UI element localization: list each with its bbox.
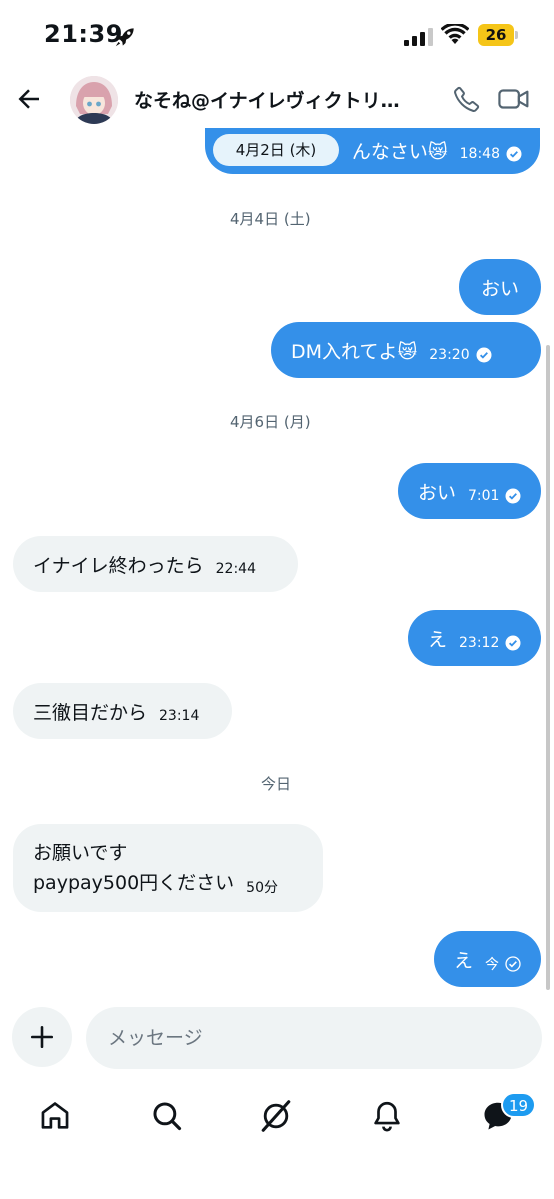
message-time: 23:12 <box>459 635 500 651</box>
message-bubble-outgoing[interactable]: DM入れてよ😿 23:20 <box>271 322 541 378</box>
message-time: 50分 <box>246 880 278 896</box>
message-text: え <box>454 949 474 972</box>
contact-name[interactable]: なそね@イナイレヴィクトリ… <box>134 86 419 113</box>
message-list[interactable]: んなさい😿 18:48 4月2日 (木) 4月4日 (土) おい DM入れてよ😿… <box>0 128 554 998</box>
plus-icon <box>30 1025 54 1049</box>
read-check-icon <box>476 347 492 363</box>
message-input[interactable] <box>86 1007 542 1069</box>
read-check-icon <box>505 488 521 504</box>
message-bubble-incoming[interactable]: イナイレ終わったら 22:44 <box>13 536 298 592</box>
sent-check-icon <box>505 956 521 972</box>
message-bubble-outgoing[interactable]: おい <box>459 259 541 315</box>
read-check-icon <box>505 635 521 651</box>
message-text: んなさい😿 <box>351 140 448 163</box>
date-separator: 4月6日 (月) <box>230 413 311 431</box>
video-camera-icon[interactable] <box>497 85 531 113</box>
message-text: え <box>428 628 448 651</box>
back-arrow-icon[interactable] <box>14 84 44 114</box>
phone-icon[interactable] <box>452 84 482 114</box>
message-time: 23:14 <box>159 708 200 724</box>
wifi-icon <box>441 24 469 44</box>
home-icon <box>41 1102 69 1129</box>
grok-icon <box>261 1100 291 1132</box>
message-time: 18:48 <box>459 146 500 162</box>
avatar[interactable] <box>70 76 118 124</box>
message-bubble-outgoing[interactable]: おい 7:01 <box>398 463 541 519</box>
rocket-icon <box>115 28 134 47</box>
message-bubble-incoming[interactable]: お願いです paypay500円ください 50分 <box>13 824 323 912</box>
messages-unread-badge: 19 <box>501 1092 537 1118</box>
nav-home[interactable] <box>25 1094 85 1138</box>
message-text-line-1: お願いです <box>33 842 128 864</box>
nav-grok[interactable] <box>246 1094 306 1138</box>
message-text: おい <box>418 481 457 504</box>
message-bubble-incoming[interactable]: 三徹目だから 23:14 <box>13 683 232 739</box>
message-composer <box>0 1005 554 1071</box>
status-bar: 21:39 26 <box>0 0 554 72</box>
search-icon <box>153 1102 182 1131</box>
nav-search[interactable] <box>137 1094 197 1138</box>
message-time: 7:01 <box>468 488 500 504</box>
dm-screen: 21:39 26 なそね@イナイレヴィクトリ… んなさい😿 18:48 4月2日… <box>0 0 554 1199</box>
message-time: 23:20 <box>429 347 470 363</box>
message-text: DM入れてよ😿 <box>291 340 418 363</box>
conversation-header: なそね@イナイレヴィクトリ… <box>0 72 554 128</box>
battery-level: 26 <box>485 26 507 44</box>
message-time: 今 <box>485 957 500 973</box>
signal-icon <box>404 28 433 46</box>
sticky-date-chip: 4月2日 (木) <box>213 134 339 166</box>
notifications-bell-icon <box>374 1101 400 1132</box>
message-text: イナイレ終わったら <box>33 554 204 577</box>
date-separator: 4月4日 (土) <box>230 210 311 228</box>
scrollbar[interactable] <box>546 345 550 990</box>
add-attachment-button[interactable] <box>12 1007 72 1067</box>
message-bubble-outgoing[interactable]: え 今 <box>434 931 541 987</box>
bottom-navigation: 19 <box>0 1080 554 1199</box>
message-text: 三徹目だから <box>33 701 148 724</box>
message-time: 22:44 <box>215 561 256 577</box>
avatar-image <box>70 76 118 124</box>
battery-icon: 26 <box>478 24 518 46</box>
message-bubble-outgoing[interactable]: え 23:12 <box>408 610 541 666</box>
date-separator: 今日 <box>261 775 292 793</box>
message-text: おい <box>480 277 519 300</box>
read-check-icon <box>506 146 522 162</box>
nav-notifications[interactable] <box>357 1094 417 1138</box>
message-text-line-2: paypay500円ください <box>33 872 235 894</box>
